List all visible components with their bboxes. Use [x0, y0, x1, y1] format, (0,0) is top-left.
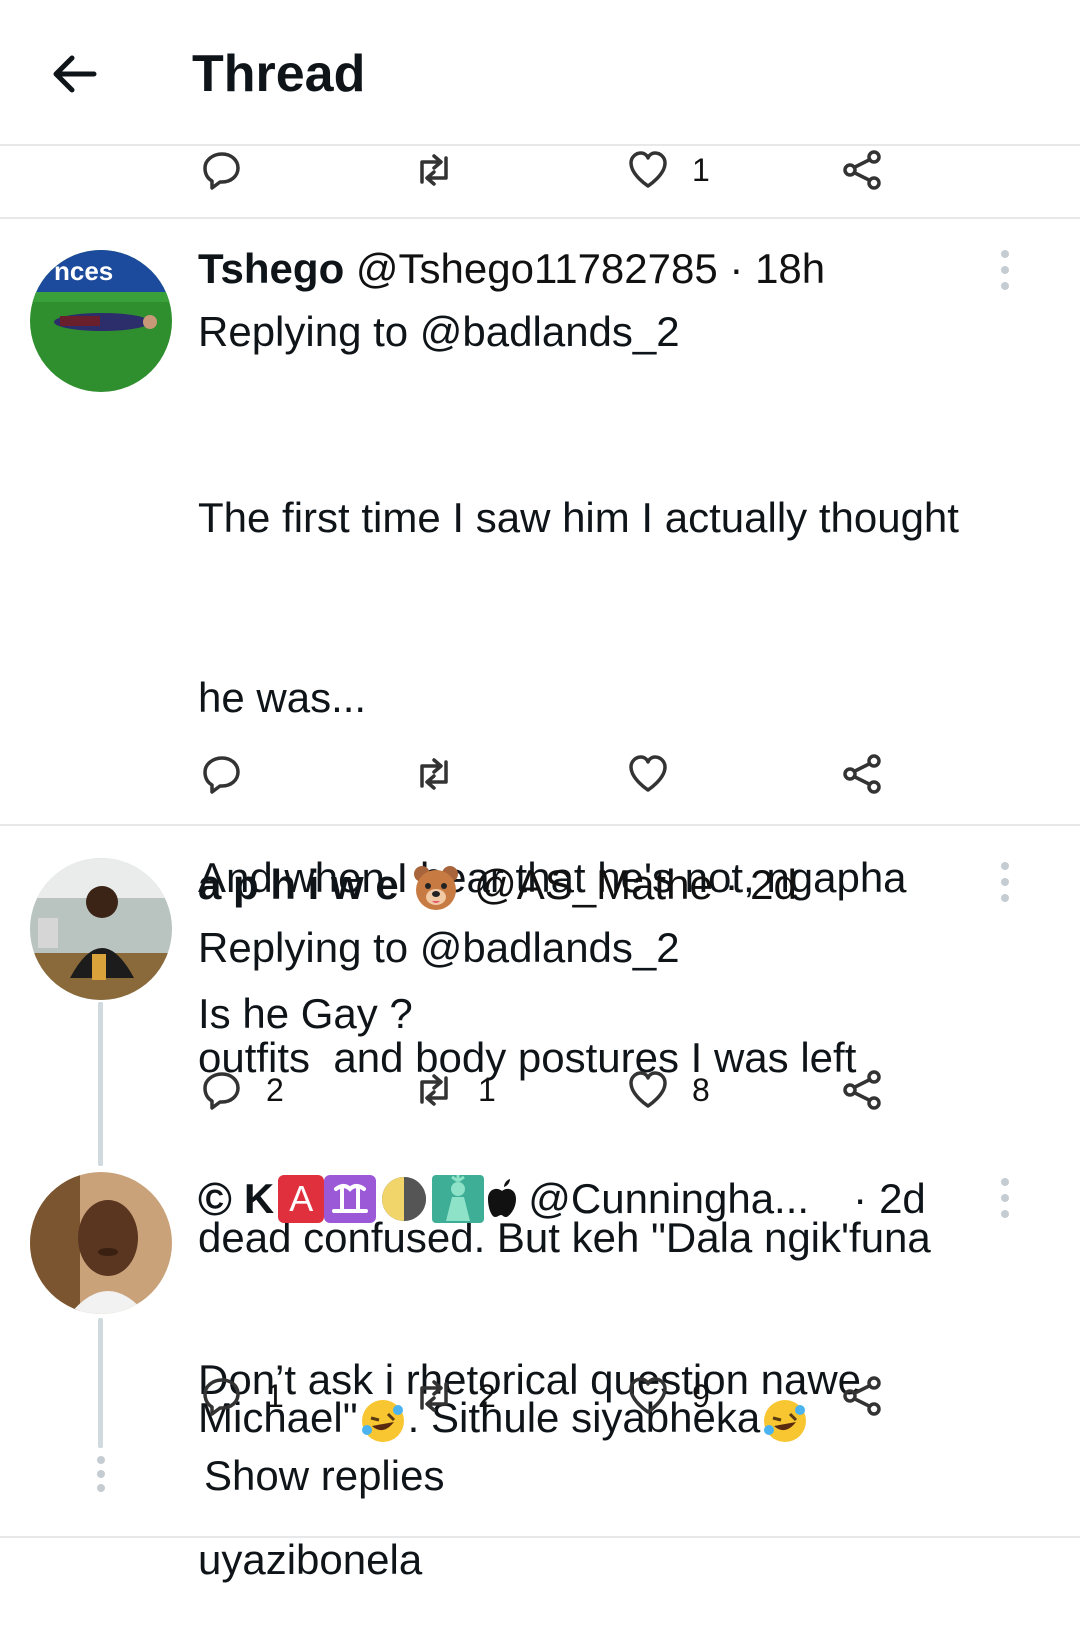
top-bar: Thread — [0, 0, 1080, 146]
divider — [0, 217, 1080, 219]
display-name[interactable]: K — [244, 1172, 274, 1226]
avatar[interactable]: nces — [30, 250, 172, 392]
share-icon — [843, 754, 881, 794]
heart-icon — [629, 151, 667, 188]
reply-count: 2 — [266, 1071, 284, 1108]
tweet-text-line: he was... — [198, 674, 367, 721]
tweet-text-line: The first time I saw him I actually thou… — [198, 494, 959, 541]
heart-icon — [629, 1377, 667, 1414]
tweet-header: © K A @Cunningha... · 2d — [198, 1172, 926, 1226]
avatar[interactable] — [30, 1172, 172, 1314]
reply-icon — [203, 1378, 240, 1416]
share-button[interactable] — [840, 1372, 884, 1420]
share-button[interactable] — [840, 750, 884, 798]
retweet-count: 1 — [478, 1071, 496, 1108]
like-count: 8 — [692, 1071, 710, 1108]
handle[interactable]: @Cunningha... — [528, 1172, 809, 1226]
tweet-text: Don’t ask i rhetorical question nawe uya… — [198, 1230, 1048, 1650]
retweet-button[interactable] — [412, 750, 456, 798]
display-name[interactable]: a p h i w e — [198, 861, 399, 908]
thread-line — [98, 1002, 103, 1166]
retweet-icon — [420, 758, 448, 790]
reply-button[interactable] — [200, 750, 244, 798]
avatar[interactable] — [30, 858, 172, 1000]
replying-to[interactable]: Replying to @badlands_2 — [198, 302, 1048, 362]
statue-of-liberty-icon — [432, 1175, 485, 1223]
like-button[interactable] — [626, 750, 670, 798]
tweet-header: a p h i w e @AS_Mathe · 2d — [198, 858, 797, 914]
like-count: 1 — [692, 151, 710, 188]
divider — [0, 144, 1080, 146]
avatar-text: nces — [54, 256, 114, 286]
heart-icon — [629, 755, 667, 792]
reply-icon — [203, 152, 240, 190]
share-icon — [843, 1070, 881, 1110]
tweet-text-line: uyazibonela — [198, 1536, 423, 1583]
like-button[interactable]: 8 — [626, 1066, 710, 1114]
share-icon — [843, 1376, 881, 1416]
retweet-button[interactable] — [412, 146, 456, 194]
tweet-text: Is he Gay ? — [198, 990, 413, 1037]
copyright-symbol[interactable]: © — [198, 1172, 232, 1226]
more-icon[interactable] — [1000, 250, 1010, 290]
tweet-header: Tshego @Tshego11782785 · 18h — [198, 242, 825, 296]
timestamp[interactable]: 18h — [755, 245, 825, 292]
divider — [0, 1536, 1080, 1538]
separator: · — [724, 861, 739, 908]
share-icon — [843, 150, 881, 190]
like-button[interactable]: 9 — [626, 1372, 710, 1420]
display-name[interactable]: Tshego — [198, 245, 344, 292]
like-count: 9 — [692, 1377, 710, 1414]
retweet-icon — [420, 1074, 448, 1106]
more-icon[interactable] — [1000, 1178, 1010, 1218]
share-button[interactable] — [840, 1066, 884, 1114]
retweet-count: 2 — [478, 1377, 496, 1414]
bear-emoji-icon — [414, 865, 459, 910]
page-title: Thread — [192, 45, 366, 103]
timestamp[interactable]: 2d — [750, 861, 797, 908]
retweet-button[interactable]: 2 — [412, 1372, 496, 1420]
replying-to[interactable]: Replying to @badlands_2 — [198, 918, 1048, 978]
reply-icon — [203, 756, 240, 794]
retweet-icon — [420, 154, 448, 186]
arrow-left-icon[interactable] — [48, 48, 100, 100]
share-button[interactable] — [840, 146, 884, 194]
retweet-button[interactable]: 1 — [412, 1066, 496, 1114]
handle[interactable]: @AS_Mathe — [474, 861, 713, 908]
thread-dots-icon — [96, 1456, 106, 1492]
reply-count: 1 — [266, 1377, 284, 1414]
handle[interactable]: @Tshego11782785 — [356, 245, 718, 292]
thread-line — [98, 1318, 103, 1448]
more-icon[interactable] — [1000, 862, 1010, 902]
separator: · — [729, 245, 744, 292]
separator: · — [853, 1175, 868, 1222]
show-replies-link[interactable]: Show replies — [204, 1448, 444, 1504]
red-a-badge: A — [278, 1175, 325, 1223]
heart-icon — [629, 1071, 667, 1108]
timestamp[interactable]: 2d — [879, 1172, 926, 1226]
moon-icon — [382, 1177, 427, 1221]
retweet-icon — [420, 1380, 448, 1412]
like-button[interactable]: 1 — [626, 146, 710, 194]
divider — [0, 824, 1080, 826]
reply-button[interactable]: 2 — [200, 1066, 284, 1114]
ophiuchus-icon — [324, 1175, 377, 1223]
apple-icon — [488, 1179, 517, 1217]
tweet-text-line: Don’t ask i rhetorical question nawe — [198, 1356, 862, 1403]
reply-button[interactable] — [200, 146, 244, 194]
reply-icon — [203, 1072, 240, 1110]
reply-button[interactable]: 1 — [200, 1372, 284, 1420]
